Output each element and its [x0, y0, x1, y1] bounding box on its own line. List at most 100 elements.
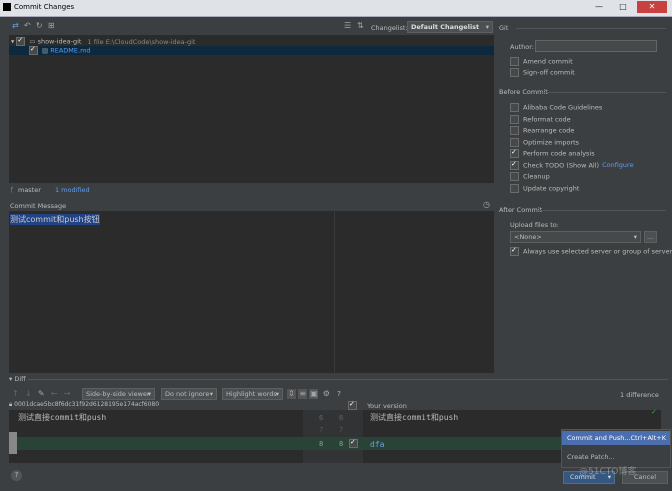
before-commit-option[interactable]: Reformat code	[510, 114, 571, 124]
menu-item-commit-and-push[interactable]: Commit and Push... Ctrl+Alt+K	[562, 431, 670, 445]
chevron-down-icon: ▾	[485, 23, 489, 31]
gutter-right-6: 6	[339, 414, 344, 422]
maximize-button[interactable]: □	[612, 1, 634, 13]
lock-small-icon: 🔒︎	[9, 401, 13, 408]
changes-tree: ▾ ▭ show-idea-git 1 file E:\CloudCode\sh…	[9, 35, 494, 183]
gutter-right-7: 7	[339, 426, 344, 434]
right-title-bar: Your version	[348, 400, 407, 410]
upload-label: Upload files to:	[510, 221, 559, 229]
before-commit-separator	[542, 92, 666, 93]
ignore-select[interactable]: Do not ignore ▾	[161, 388, 217, 400]
collapse-unchanged-icon[interactable]: ⇕	[287, 389, 296, 399]
tree-root[interactable]: ▾ ▭ show-idea-git 1 file E:\CloudCode\sh…	[11, 36, 195, 46]
browse-button[interactable]: ...	[644, 231, 657, 243]
before-commit-option[interactable]: Optimize imports	[510, 137, 580, 147]
watermark: @51CTO博客	[579, 467, 637, 477]
before-commit-option[interactable]: Rearrange code	[510, 126, 574, 135]
option-checkbox[interactable]	[510, 148, 519, 158]
close-button[interactable]: ✕	[637, 1, 667, 13]
next-diff-icon[interactable]: ↓	[25, 389, 32, 399]
expand-arrow-icon[interactable]: ▾	[11, 38, 14, 46]
author-input[interactable]	[535, 40, 657, 52]
diff-help-label[interactable]: ?	[337, 390, 341, 398]
highlight-value: Highlight words	[226, 390, 277, 398]
branch-icon: ᚴ	[10, 186, 14, 194]
settings-gear-icon[interactable]: ⚙	[323, 389, 330, 399]
changelist-label: Changelist:	[371, 24, 408, 32]
sync-scroll-icon[interactable]: ≡	[298, 389, 308, 399]
upload-select[interactable]: <None> ▾	[510, 231, 641, 243]
option-checkbox[interactable]	[510, 126, 519, 135]
diff-gutter: 6 6 7 7 8 8	[303, 410, 363, 463]
option-label: Perform code analysis	[523, 149, 595, 158]
git-section-title: Git	[499, 24, 509, 32]
option-checkbox[interactable]	[510, 160, 519, 170]
back-icon[interactable]: ←	[51, 389, 58, 399]
highlight-select[interactable]: Highlight words ▾	[222, 388, 283, 400]
before-commit-option[interactable]: Update copyright	[510, 183, 580, 193]
diff-header[interactable]: ▾ Diff	[9, 375, 26, 383]
edit-icon[interactable]: ✎	[38, 389, 45, 399]
changelist-value: Default Changelist	[411, 23, 480, 31]
amend-checkbox[interactable]	[510, 57, 519, 66]
option-checkbox[interactable]	[510, 103, 519, 112]
upload-value: <None>	[514, 233, 542, 241]
forward-icon[interactable]: →	[64, 389, 71, 399]
option-label: Rearrange code	[523, 126, 575, 135]
group-by-icon[interactable]: ⊞	[48, 21, 55, 31]
minimize-button[interactable]: —	[588, 1, 610, 13]
option-checkbox[interactable]	[510, 172, 519, 181]
diff-left-editor[interactable]: 测试直接commit和push	[9, 410, 303, 463]
right-title: Your version	[367, 401, 407, 410]
menu-item-create-patch[interactable]: Create Patch...	[562, 450, 670, 464]
option-label: Optimize imports	[523, 138, 580, 146]
configure-link[interactable]: Configure	[602, 161, 634, 169]
before-commit-option[interactable]: Perform code analysis	[510, 148, 595, 158]
history-icon[interactable]: ◷	[483, 200, 490, 210]
before-commit-option[interactable]: Cleanup	[510, 172, 550, 181]
left-change-band	[17, 437, 303, 450]
cancel-label: Cancel	[633, 473, 657, 481]
diff-toolbar: ↑ ↓ ✎ ← →	[12, 389, 70, 399]
always-use-option[interactable]: Always use selected server or group of s…	[510, 246, 672, 256]
option-label: Update copyright	[523, 184, 580, 192]
modified-count[interactable]: 1 modified	[55, 186, 90, 194]
amend-option[interactable]: Amend commit	[510, 57, 573, 66]
signoff-option[interactable]: Sign-off commit	[510, 68, 575, 77]
help-button[interactable]: ?	[11, 470, 22, 481]
collapse-all-icon[interactable]: ⇅	[357, 21, 364, 31]
commit-message-text: 测试commit和push按钮	[10, 214, 100, 225]
chevron-down-icon: ▾	[209, 390, 213, 398]
collapse-arrow-icon[interactable]: ▾	[9, 375, 12, 383]
before-commit-option[interactable]: Check TODO (Show All)Configure	[510, 160, 634, 170]
tree-file-row[interactable]: ▤ README.md	[9, 45, 494, 55]
gutter-left-8: 8	[319, 440, 324, 448]
git-separator	[516, 28, 666, 29]
file-checkbox[interactable]	[29, 45, 38, 55]
amend-label: Amend commit	[523, 57, 573, 66]
left-line-1: 测试直接commit和push	[18, 413, 107, 422]
viewer-value: Side-by-side viewer	[86, 390, 150, 398]
commit-push-label: Commit and Push...	[567, 434, 631, 442]
option-checkbox[interactable]	[510, 114, 519, 124]
changelist-select[interactable]: Default Changelist ▾	[407, 21, 493, 33]
include-checkbox[interactable]	[348, 400, 357, 410]
prev-diff-icon[interactable]: ↑	[12, 389, 19, 399]
option-checkbox[interactable]	[510, 137, 519, 147]
signoff-checkbox[interactable]	[510, 68, 519, 77]
lock-icon[interactable]: ▣	[309, 389, 319, 399]
show-diff-icon[interactable]: ⇄	[12, 21, 19, 31]
refresh-icon[interactable]: ↻	[36, 21, 43, 31]
expand-all-icon[interactable]: ☰	[344, 21, 351, 31]
commit-message-editor[interactable]: 测试commit和push按钮	[9, 211, 494, 373]
option-checkbox[interactable]	[510, 183, 519, 193]
gutter-left-7: 7	[319, 426, 324, 434]
chevron-down-icon: ▾	[147, 390, 151, 398]
root-checkbox[interactable]	[16, 36, 26, 46]
apply-change-checkbox[interactable]	[349, 438, 358, 448]
before-commit-option[interactable]: Alibaba Code Guidelines	[510, 103, 602, 112]
viewer-select[interactable]: Side-by-side viewer ▾	[82, 388, 155, 400]
rollback-icon[interactable]: ↶	[24, 21, 31, 31]
always-use-checkbox[interactable]	[510, 246, 519, 256]
branch-name: master	[17, 186, 41, 194]
